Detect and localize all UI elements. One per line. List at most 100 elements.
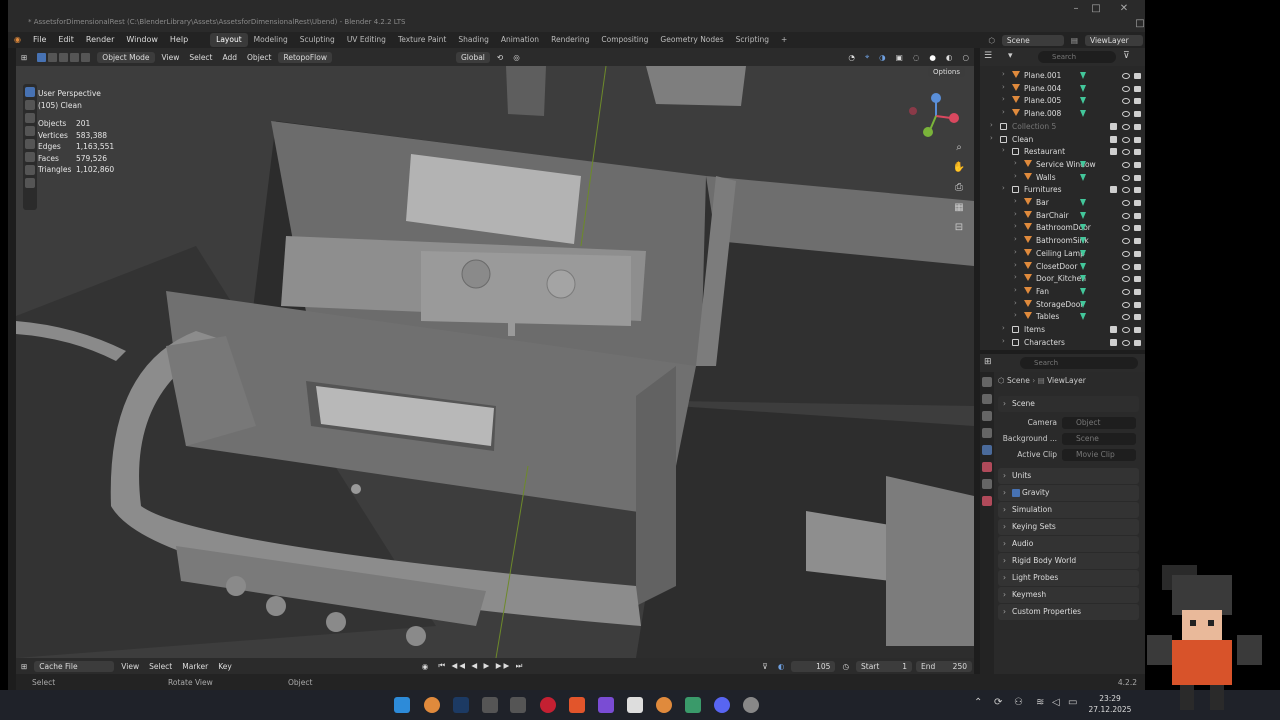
gravity-panel[interactable]: Gravity — [998, 485, 1139, 501]
outliner-row[interactable]: › Furnitures — [980, 184, 1145, 197]
render-tab-icon[interactable] — [982, 394, 992, 404]
cache-file-dropdown[interactable]: Cache File — [34, 660, 115, 672]
expand-chevron-icon[interactable]: › — [1002, 95, 1005, 103]
render-camera-icon[interactable] — [1134, 314, 1141, 321]
visibility-eye-icon[interactable] — [1122, 276, 1130, 283]
blender-taskbar-icon[interactable] — [424, 697, 440, 713]
visibility-icon[interactable]: ◔ — [843, 53, 860, 62]
world-tab-icon[interactable] — [982, 462, 992, 472]
selection-mode-buttons[interactable] — [32, 52, 95, 62]
maximize-icon[interactable]: □ — [1088, 3, 1104, 15]
app-icon[interactable] — [743, 697, 759, 713]
timeline-filter-icon[interactable]: ⊽ — [757, 662, 773, 671]
menu-render[interactable]: Render — [80, 32, 120, 48]
expand-chevron-icon[interactable]: › — [1014, 299, 1017, 307]
visibility-eye-icon[interactable] — [1122, 238, 1130, 245]
render-camera-icon[interactable] — [1134, 187, 1141, 194]
outliner-row[interactable]: › BarChair — [980, 210, 1145, 223]
render-camera-icon[interactable] — [1134, 288, 1141, 295]
start-frame-field[interactable]: Start 1 — [856, 660, 912, 672]
expand-chevron-icon[interactable]: › — [1014, 248, 1017, 256]
menu-help[interactable]: Help — [164, 32, 194, 48]
outliner-row[interactable]: › Ceiling Lamp — [980, 248, 1145, 261]
render-camera-icon[interactable] — [1134, 149, 1141, 156]
tab-uv-editing[interactable]: UV Editing — [341, 33, 392, 47]
tool-tab-icon[interactable] — [982, 377, 992, 387]
outliner-row[interactable]: › Restaurant — [980, 146, 1145, 159]
shading-material-icon[interactable]: ◐ — [941, 53, 958, 62]
editor-type-icon[interactable]: ⊞ — [16, 53, 32, 62]
properties-search-input[interactable]: Search — [1020, 357, 1138, 369]
outliner-row[interactable]: › Plane.005 — [980, 95, 1145, 108]
visibility-eye-icon[interactable] — [1122, 161, 1130, 168]
overlay-icon[interactable]: ◑ — [874, 53, 891, 62]
zoom-icon[interactable]: ⌕ — [950, 142, 968, 158]
expand-chevron-icon[interactable]: › — [1014, 210, 1017, 218]
texture-tab-icon[interactable] — [982, 496, 992, 506]
visibility-eye-icon[interactable] — [1122, 123, 1130, 130]
expand-chevron-icon[interactable]: › — [1014, 273, 1017, 281]
visibility-eye-icon[interactable] — [1122, 327, 1130, 333]
render-camera-icon[interactable] — [1134, 136, 1141, 143]
tray-app-icon[interactable]: ⟳ — [994, 697, 1002, 708]
outliner-editor-icon[interactable]: ☰ — [984, 51, 992, 61]
gizmo-icon[interactable]: ⌖ — [860, 52, 874, 62]
snap-icon[interactable]: ⟲ — [492, 53, 508, 62]
visibility-eye-icon[interactable] — [1122, 250, 1130, 257]
visibility-eye-icon[interactable] — [1122, 212, 1130, 219]
current-frame-field[interactable]: 105 — [791, 660, 836, 672]
minimize-icon[interactable]: – — [1068, 3, 1084, 15]
menu-view[interactable]: View — [157, 53, 185, 62]
photoshop-icon[interactable] — [453, 697, 469, 713]
visibility-eye-icon[interactable] — [1122, 98, 1130, 105]
output-tab-icon[interactable] — [982, 411, 992, 421]
opera-icon[interactable] — [540, 697, 556, 713]
move-tool-icon[interactable] — [25, 113, 35, 123]
transform-tool-icon[interactable] — [25, 152, 35, 162]
app-icon[interactable] — [627, 697, 643, 713]
tab-sculpting[interactable]: Sculpting — [294, 33, 341, 47]
render-camera-icon[interactable] — [1134, 276, 1141, 283]
tab-texture-paint[interactable]: Texture Paint — [392, 33, 452, 47]
scale-tool-icon[interactable] — [25, 139, 35, 149]
outliner-row[interactable]: › Collection 5 — [980, 121, 1145, 134]
menu-object[interactable]: Object — [242, 53, 276, 62]
scene-panel-header[interactable]: Scene — [998, 396, 1139, 412]
visibility-eye-icon[interactable] — [1122, 301, 1130, 308]
outliner-row[interactable]: › Door_Kitchen — [980, 273, 1145, 286]
navigation-gizmo[interactable] — [906, 88, 966, 140]
outliner-row[interactable]: › Walls — [980, 172, 1145, 185]
render-camera-icon[interactable] — [1134, 212, 1141, 219]
display-mode-icon[interactable]: ▾ — [1008, 51, 1013, 61]
menu-add[interactable]: Add — [218, 53, 243, 62]
render-camera-icon[interactable] — [1134, 238, 1141, 245]
perspective-grid-icon[interactable]: ▦ — [950, 202, 968, 218]
tab-rendering[interactable]: Rendering — [545, 33, 595, 47]
tab-geometry-nodes[interactable]: Geometry Nodes — [654, 33, 729, 47]
render-camera-icon[interactable] — [1134, 73, 1141, 79]
outliner-row[interactable]: › Bar — [980, 197, 1145, 210]
expand-chevron-icon[interactable]: › — [1002, 184, 1005, 192]
expand-chevron-icon[interactable]: › — [1002, 324, 1005, 332]
pan-hand-icon[interactable]: ✋ — [950, 162, 968, 178]
menu-select[interactable]: Select — [184, 53, 217, 62]
app-icon[interactable] — [482, 697, 498, 713]
render-camera-icon[interactable] — [1134, 225, 1141, 232]
menu-window[interactable]: Window — [120, 32, 164, 48]
render-camera-icon[interactable] — [1134, 200, 1141, 206]
visibility-eye-icon[interactable] — [1122, 263, 1130, 270]
brave-icon[interactable] — [569, 697, 585, 713]
tray-app-icon[interactable]: ⚇ — [1014, 697, 1023, 708]
blender-taskbar-icon[interactable] — [656, 697, 672, 713]
properties-editor-icon[interactable]: ⊞ — [984, 357, 992, 367]
rigid-body-world-panel[interactable]: Rigid Body World — [998, 553, 1139, 569]
wifi-icon[interactable]: ≋ — [1036, 697, 1044, 708]
filter-icon[interactable]: ⊽ — [1123, 51, 1130, 61]
annotate-tool-icon[interactable] — [25, 165, 35, 175]
exclude-checkbox[interactable] — [1110, 338, 1117, 346]
tab-shading[interactable]: Shading — [452, 33, 494, 47]
visibility-eye-icon[interactable] — [1122, 174, 1130, 181]
restore-icon[interactable]: □ — [1132, 18, 1148, 30]
outliner-row[interactable]: › Service Window — [980, 159, 1145, 172]
outliner-row[interactable]: › Items — [980, 324, 1145, 337]
